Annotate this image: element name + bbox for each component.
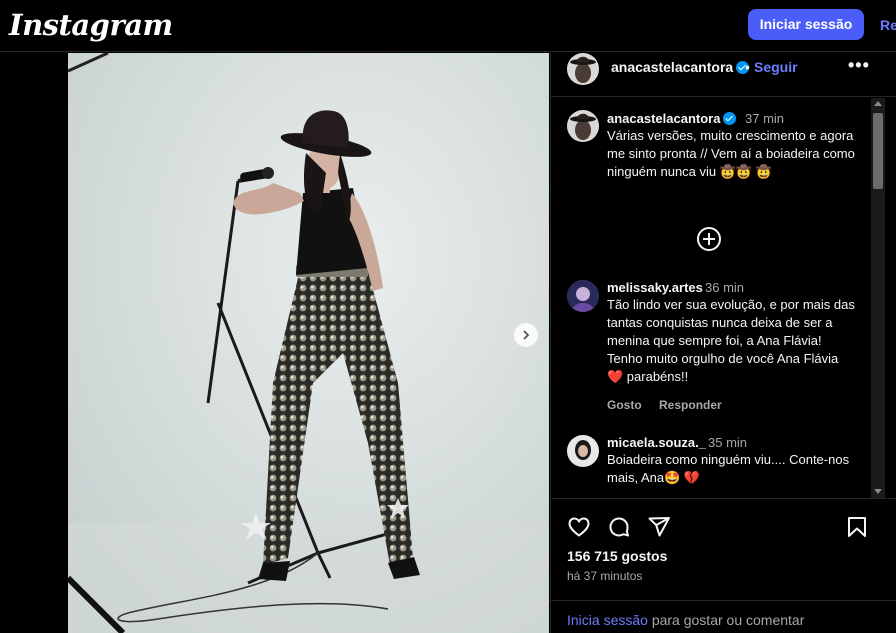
reply-button[interactable]: Responder [659,398,722,412]
send-icon[interactable] [647,515,671,539]
login-prompt: Inicia sessão para gostar ou comentar [551,600,896,633]
post-actions: 156 715 gostos há 37 minutos Inicia sess… [551,498,896,633]
next-image-button[interactable] [514,323,538,347]
chevron-right-icon [523,330,530,340]
plus-circle-icon[interactable] [697,227,721,251]
caption-time[interactable]: 37 min [745,111,784,126]
post-timestamp[interactable]: há 37 minutos [567,569,642,583]
comment-time[interactable]: 36 min [705,280,744,295]
post-panel: anacastelacantora • Seguir ••• anacastel… [550,53,896,633]
scroll-up-arrow-icon[interactable] [874,101,882,106]
comment-icon[interactable] [607,515,631,539]
comment-text: Tão lindo ver sua evolução, e por mais d… [607,297,855,384]
login-button[interactable]: Iniciar sessão [748,9,864,40]
post-image[interactable] [68,53,549,633]
caption-username[interactable]: anacastelacantora [607,111,737,126]
login-link[interactable]: Inicia sessão [567,612,648,628]
bookmark-icon[interactable] [845,515,869,539]
follow-button[interactable]: Seguir [754,59,798,75]
scroll-down-arrow-icon[interactable] [874,489,882,494]
post-header: anacastelacantora • Seguir ••• [551,53,896,97]
login-prompt-text: para gostar ou comentar [647,612,805,628]
comment-username[interactable]: melissaky.artes [607,280,703,295]
author-avatar[interactable] [567,53,599,85]
caption-text: Várias versões, muito crescimento e agor… [607,128,855,179]
heart-icon[interactable] [567,515,591,539]
more-options-icon[interactable]: ••• [848,55,870,76]
instagram-logo[interactable]: Instagram [9,8,173,42]
commenter-avatar[interactable] [567,435,599,467]
commenter-avatar[interactable] [567,280,599,312]
comment-text: Boiadeira como ninguém viu.... Conte-nos… [607,452,850,485]
author-username[interactable]: anacastelacantora [611,59,750,75]
caption-avatar[interactable] [567,110,599,142]
comments-scrollbar[interactable] [871,98,885,498]
comment-actions: Gosto Responder [607,398,736,412]
verified-badge-icon [723,112,737,125]
comment-time[interactable]: 35 min [708,435,747,450]
separator-dot: • [745,59,750,75]
register-link[interactable]: Registar [880,17,896,33]
like-comment-button[interactable]: Gosto [607,398,642,412]
likes-count[interactable]: 156 715 gostos [567,548,667,564]
comment-username[interactable]: micaela.souza._ [607,435,706,450]
top-bar: Instagram Iniciar sessão Registar [0,0,896,52]
comments-list: anacastelacantora 37 min Várias versões,… [551,98,884,498]
scroll-thumb[interactable] [873,113,883,189]
